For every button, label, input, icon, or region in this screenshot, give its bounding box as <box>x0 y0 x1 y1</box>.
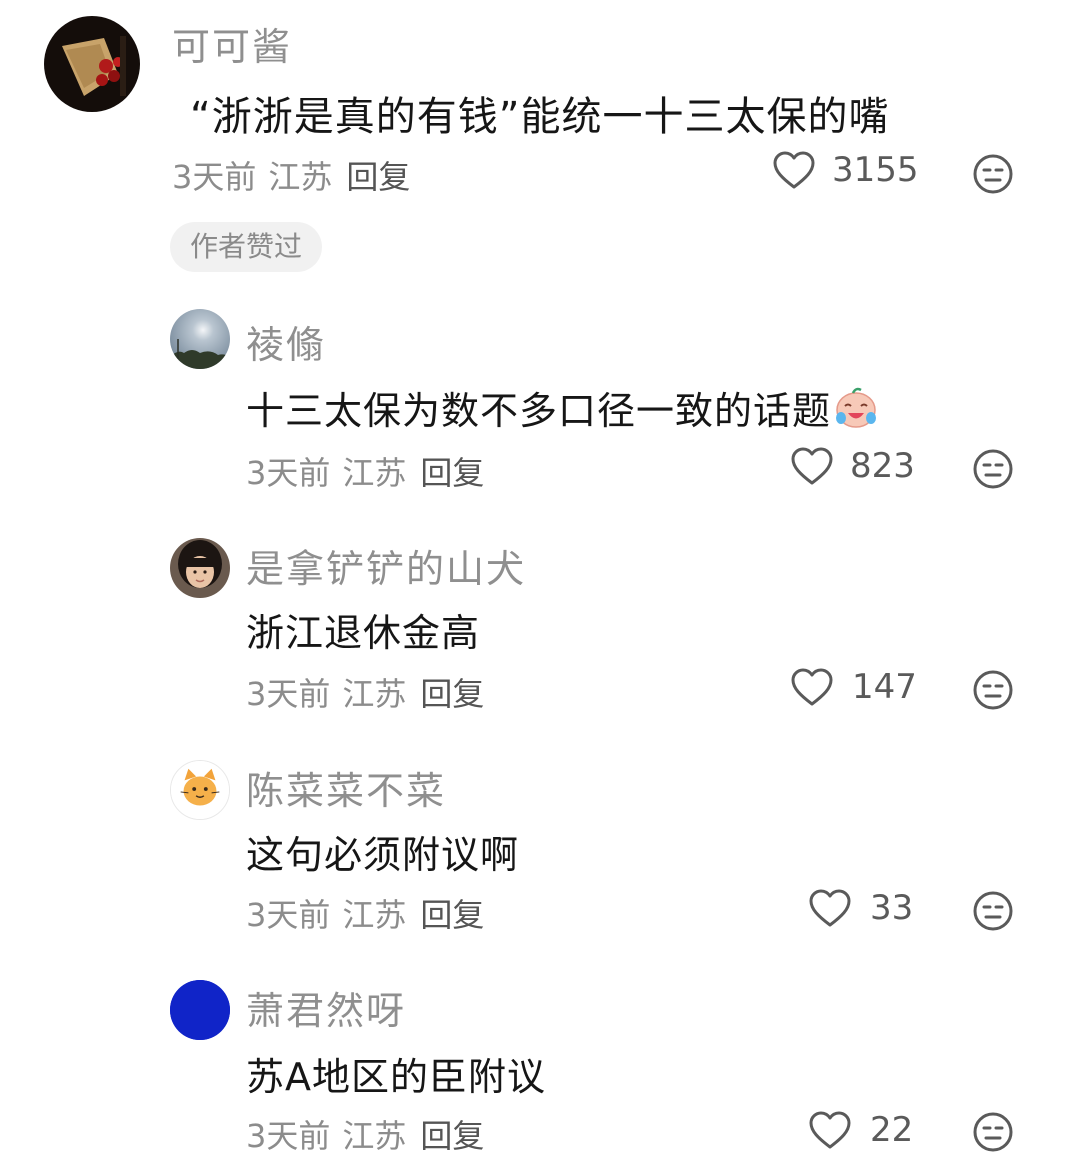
timestamp: 3天前 <box>246 1117 331 1155</box>
like-button[interactable]: 22 <box>808 1110 913 1150</box>
heart-outline-icon <box>791 668 833 706</box>
like-count: 33 <box>870 888 914 928</box>
author-liked-badge: 作者赞过 <box>170 222 323 272</box>
timestamp: 3天前 <box>246 896 331 934</box>
avatar[interactable] <box>170 980 230 1040</box>
avatar[interactable] <box>170 760 230 820</box>
heart-outline-icon <box>791 447 833 485</box>
avatar[interactable] <box>44 16 140 112</box>
comment-meta: 3天前 江苏 回复 <box>246 448 484 494</box>
reply-button[interactable]: 回复 <box>420 1117 484 1155</box>
meh-face-icon <box>973 670 1013 710</box>
location: 江苏 <box>342 1117 407 1155</box>
like-count: 147 <box>852 667 917 707</box>
username[interactable]: 陈菜菜不菜 <box>246 760 446 815</box>
dislike-button[interactable] <box>972 890 1014 932</box>
location: 江苏 <box>268 158 333 196</box>
bouquet-avatar-icon <box>44 16 140 112</box>
comment-text: 十三太保为数不多口径一致的话题 <box>246 380 879 435</box>
comment-text: 苏A地区的臣附议 <box>246 1055 546 1099</box>
meh-face-icon <box>973 154 1013 194</box>
cat-emoji-avatar-icon <box>171 761 229 819</box>
location: 江苏 <box>342 896 407 934</box>
reply-button[interactable]: 回复 <box>420 896 484 934</box>
location: 江苏 <box>342 454 407 492</box>
meh-face-icon <box>973 1112 1013 1152</box>
avatar[interactable] <box>170 309 230 369</box>
like-button[interactable]: 33 <box>808 888 913 928</box>
heart-outline-icon <box>809 1111 851 1149</box>
meh-face-icon <box>973 891 1013 931</box>
meh-face-icon <box>973 449 1013 489</box>
dislike-button[interactable] <box>972 1111 1014 1153</box>
like-button[interactable]: 823 <box>790 446 915 486</box>
like-count: 823 <box>850 446 915 486</box>
like-button[interactable]: 3155 <box>772 150 919 190</box>
like-button[interactable]: 147 <box>790 667 917 707</box>
timestamp: 3天前 <box>246 454 331 492</box>
timestamp: 3天前 <box>246 675 331 713</box>
username[interactable]: 萧君然呀 <box>246 980 406 1035</box>
heart-outline-icon <box>809 889 851 927</box>
comment-meta: 3天前 江苏 回复 <box>246 1111 484 1157</box>
crying-laugh-emoji-icon <box>836 387 877 428</box>
like-count: 22 <box>870 1110 914 1150</box>
location: 江苏 <box>342 675 407 713</box>
comment-meta: 3天前 江苏 回复 <box>246 890 484 936</box>
reply-button[interactable]: 回复 <box>420 454 484 492</box>
reply-button[interactable]: 回复 <box>420 675 484 713</box>
comment-meta: 3天前 江苏 回复 <box>172 152 410 198</box>
like-count: 3155 <box>832 150 919 190</box>
girl-photo-avatar-icon <box>170 538 230 598</box>
dislike-button[interactable] <box>972 448 1014 490</box>
dislike-button[interactable] <box>972 153 1014 195</box>
timestamp: 3天前 <box>172 158 257 196</box>
sky-avatar-icon <box>170 309 230 369</box>
username[interactable]: 可可酱 <box>172 16 292 71</box>
comment-text: 浙江退休金高 <box>246 611 481 655</box>
comment-text-body: 十三太保为数不多口径一致的话题 <box>246 389 832 433</box>
comment-meta: 3天前 江苏 回复 <box>246 669 484 715</box>
comment-text: 这句必须附议啊 <box>246 833 520 877</box>
blue-circle-avatar-icon <box>170 980 230 1040</box>
username[interactable]: 是拿铲铲的山犬 <box>246 538 526 593</box>
dislike-button[interactable] <box>972 669 1014 711</box>
heart-outline-icon <box>773 151 815 189</box>
avatar[interactable] <box>170 538 230 598</box>
reply-button[interactable]: 回复 <box>346 158 410 196</box>
comment-text: “浙浙是真的有钱”能统一十三太保的嘴 <box>190 94 890 140</box>
username[interactable]: 祾翛 <box>246 314 326 369</box>
